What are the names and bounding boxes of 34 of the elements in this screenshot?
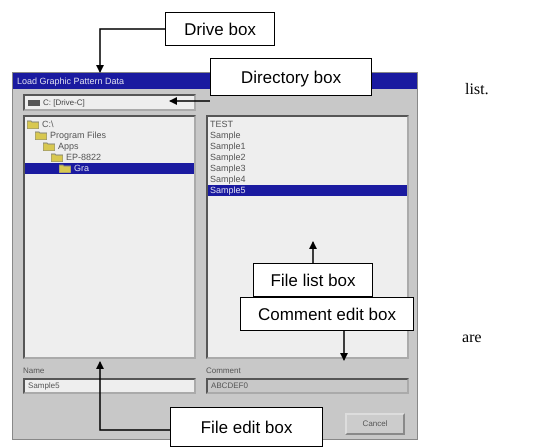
arrow [309, 241, 317, 263]
file-item[interactable]: Sample [208, 130, 407, 141]
drive-icon [28, 100, 40, 106]
callout-label: File list box [253, 263, 373, 297]
folder-icon [35, 131, 47, 140]
callout-label: File edit box [170, 407, 323, 447]
file-item[interactable]: Sample3 [208, 163, 407, 174]
cancel-button[interactable]: Cancel [345, 413, 405, 435]
body-text: are [462, 328, 482, 348]
comment-field[interactable]: ABCDEF0 [206, 378, 409, 394]
body-text: list. [465, 80, 489, 100]
callout-label: Directory box [210, 58, 372, 96]
tree-item[interactable]: C:\ [25, 119, 194, 130]
file-item[interactable]: Sample5 [208, 185, 407, 196]
arrow [340, 331, 348, 361]
field-label: Comment [206, 365, 241, 377]
tree-item[interactable]: Apps [25, 141, 194, 152]
folder-icon [59, 164, 71, 173]
file-item[interactable]: TEST [208, 119, 407, 130]
folder-icon [27, 120, 39, 129]
name-field[interactable]: Sample5 [23, 378, 196, 394]
callout-label: Comment edit box [240, 297, 414, 331]
tree-item[interactable]: Gra [25, 163, 194, 174]
tree-item[interactable]: Program Files [25, 130, 194, 141]
file-item[interactable]: Sample4 [208, 174, 407, 185]
tree-item[interactable]: EP-8822 [25, 152, 194, 163]
arrow [169, 97, 210, 105]
folder-icon [43, 142, 55, 151]
file-item[interactable]: Sample1 [208, 141, 407, 152]
field-label: Name [23, 365, 46, 377]
arrow [96, 28, 165, 73]
callout-label: Drive box [165, 12, 275, 46]
file-item[interactable]: Sample2 [208, 152, 407, 163]
directory-dropdown[interactable]: C: [Drive-C] [23, 94, 196, 111]
